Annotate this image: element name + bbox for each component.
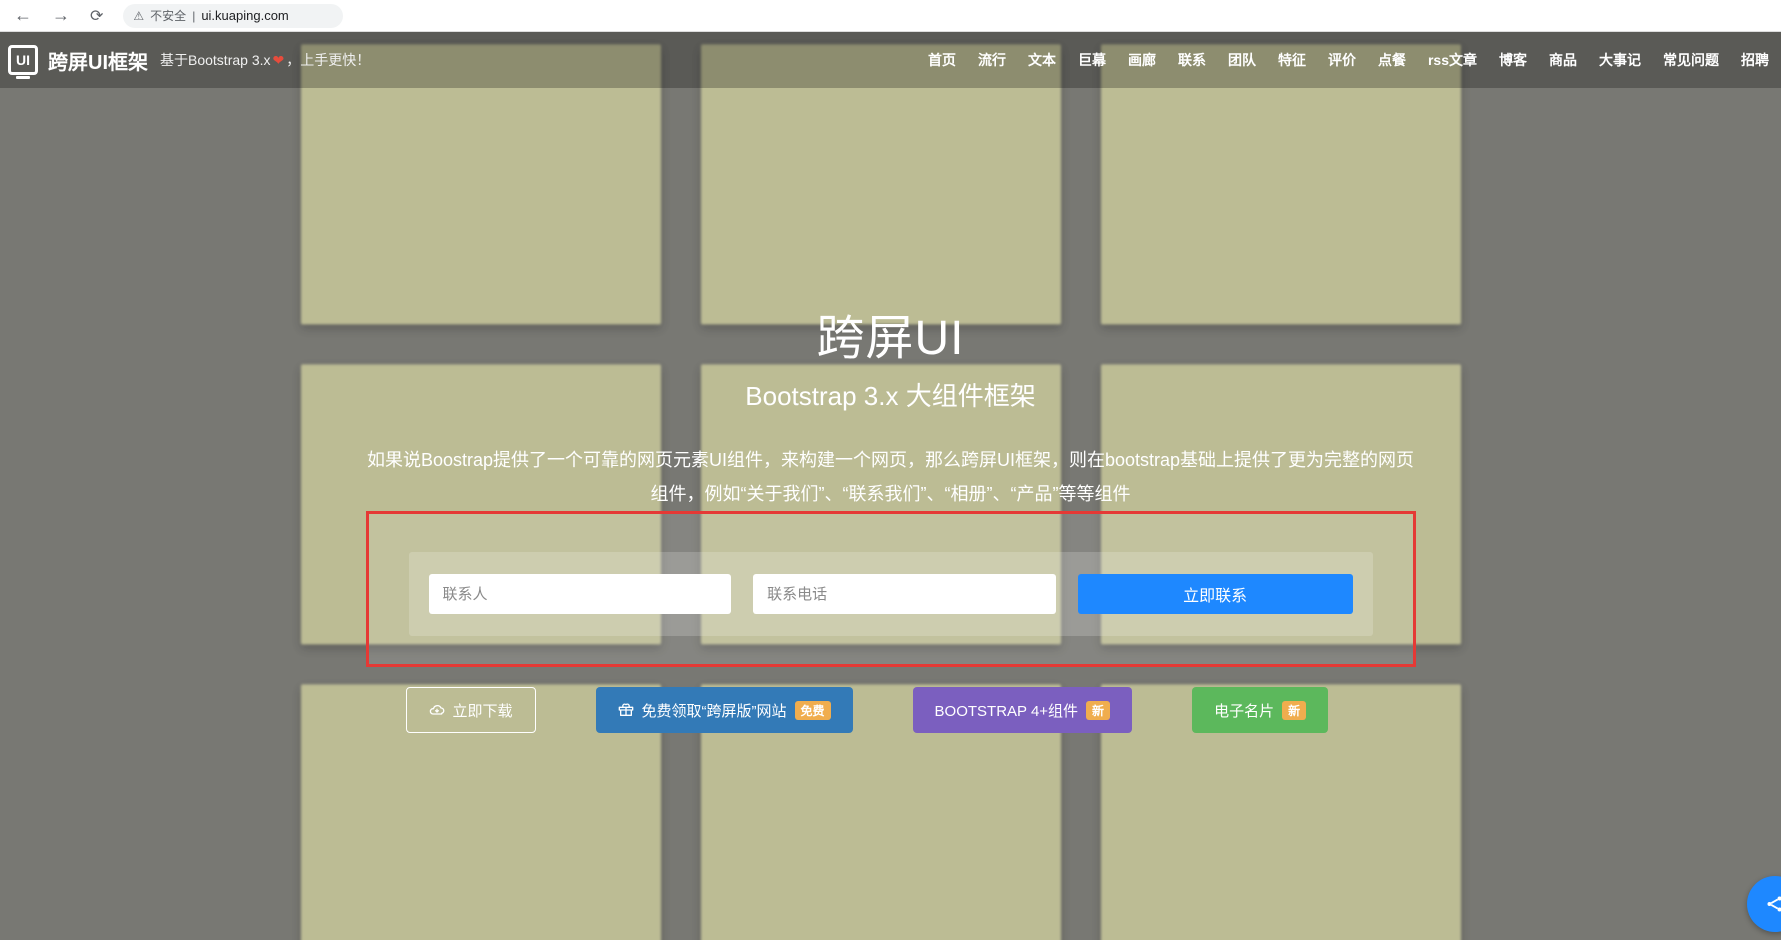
bs4-button-label: BOOTSTRAP 4+组件 <box>935 700 1079 721</box>
ecard-button-label: 电子名片 <box>1214 700 1274 721</box>
download-button[interactable]: 立即下载 <box>406 687 536 733</box>
nav-home[interactable]: 首页 <box>928 50 956 70</box>
contact-name-input[interactable] <box>429 574 732 614</box>
hero-content: 跨屏UI Bootstrap 3.x 大组件框架 如果说Boostrap提供了一… <box>366 298 1416 511</box>
free-site-button-label: 免费领取“跨屏版”网站 <box>642 700 787 721</box>
nav-reviews[interactable]: 评价 <box>1328 50 1356 70</box>
contact-phone-input[interactable] <box>753 574 1056 614</box>
nav-items: 首页 流行 文本 巨幕 画廊 联系 团队 特征 评价 点餐 rss文章 博客 商… <box>928 50 1769 70</box>
brand-logo-text: UI <box>16 52 30 68</box>
download-button-label: 立即下载 <box>453 700 513 721</box>
brand-title[interactable]: 跨屏UI框架 <box>48 46 148 75</box>
contact-submit-button[interactable]: 立即联系 <box>1078 574 1353 614</box>
nav-popular[interactable]: 流行 <box>978 50 1006 70</box>
browser-chrome: ← → ⟳ ⚠ 不安全 | ui.kuaping.com <box>0 0 1781 32</box>
contact-form-row: 立即联系 <box>409 552 1373 636</box>
gift-icon <box>618 702 634 718</box>
ecard-new-badge: 新 <box>1282 701 1306 720</box>
nav-contact[interactable]: 联系 <box>1178 50 1206 70</box>
not-secure-icon: ⚠ <box>133 9 144 23</box>
cloud-download-icon <box>429 702 445 718</box>
hero-subtitle: Bootstrap 3.x 大组件框架 <box>366 376 1416 413</box>
address-bar[interactable]: ⚠ 不安全 | ui.kuaping.com <box>123 4 343 28</box>
free-site-button[interactable]: 免费领取“跨屏版”网站 免费 <box>596 687 853 733</box>
nav-jumbotron[interactable]: 巨幕 <box>1078 50 1106 70</box>
hero-description: 如果说Boostrap提供了一个可靠的网页元素UI组件，来构建一个网页，那么跨屏… <box>366 443 1416 511</box>
nav-hiring[interactable]: 招聘 <box>1741 50 1769 70</box>
address-url: ui.kuaping.com <box>201 8 288 23</box>
cta-row: 立即下载 免费领取“跨屏版”网站 免费 BOOTSTRAP 4+组件 新 电子名… <box>366 687 1416 733</box>
nav-products[interactable]: 商品 <box>1549 50 1577 70</box>
heart-icon: ❤ <box>273 52 285 69</box>
brand-subtitle: 基于Bootstrap 3.x ❤ ，上手更快！ <box>160 50 370 70</box>
nav-rss[interactable]: rss文章 <box>1428 50 1477 70</box>
nav-timeline[interactable]: 大事记 <box>1599 50 1641 70</box>
nav-order[interactable]: 点餐 <box>1378 50 1406 70</box>
free-badge: 免费 <box>795 701 831 720</box>
brand-logo[interactable]: UI <box>8 45 38 75</box>
bs4-button[interactable]: BOOTSTRAP 4+组件 新 <box>913 687 1133 733</box>
brand-subtitle-suffix: ，上手更快！ <box>286 50 370 70</box>
bs4-new-badge: 新 <box>1086 701 1110 720</box>
brand-subtitle-prefix: 基于Bootstrap 3.x <box>160 50 271 70</box>
back-icon[interactable]: ← <box>8 5 38 26</box>
nav-text[interactable]: 文本 <box>1028 50 1056 70</box>
hero-title: 跨屏UI <box>366 298 1416 368</box>
nav-features[interactable]: 特征 <box>1278 50 1306 70</box>
reload-icon[interactable]: ⟳ <box>84 6 109 26</box>
address-separator: | <box>192 9 195 23</box>
not-secure-label: 不安全 <box>150 7 186 24</box>
navbar: UI 跨屏UI框架 基于Bootstrap 3.x ❤ ，上手更快！ 首页 流行… <box>0 32 1781 88</box>
forward-icon[interactable]: → <box>46 5 76 26</box>
nav-faq[interactable]: 常见问题 <box>1663 50 1719 70</box>
nav-gallery[interactable]: 画廊 <box>1128 50 1156 70</box>
nav-team[interactable]: 团队 <box>1228 50 1256 70</box>
share-icon <box>1764 893 1781 915</box>
contact-form-box: 立即联系 <box>366 511 1416 667</box>
nav-blog[interactable]: 博客 <box>1499 50 1527 70</box>
ecard-button[interactable]: 电子名片 新 <box>1192 687 1328 733</box>
